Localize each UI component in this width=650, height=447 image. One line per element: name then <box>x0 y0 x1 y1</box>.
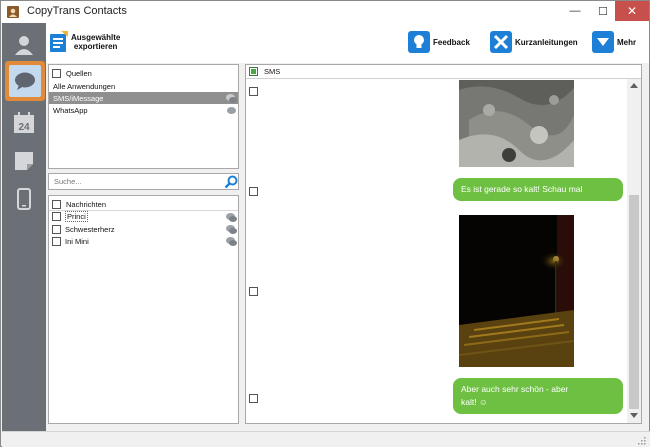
source-item-whatsapp[interactable]: WhatsApp <box>49 104 238 116</box>
message-checkbox[interactable] <box>249 87 258 96</box>
conversation-item-schwesterherz[interactable]: Schwesterherz <box>49 223 238 235</box>
conversation-checkbox[interactable] <box>52 236 61 246</box>
app-sidebar: 24 <box>2 23 46 433</box>
sources-header: Quellen <box>49 67 238 79</box>
quick-guides-button[interactable]: Kurzanleitungen <box>490 29 578 55</box>
phone-icon <box>17 188 31 210</box>
close-button[interactable]: ✕ <box>615 1 649 21</box>
window-title: CopyTrans Contacts <box>27 5 127 17</box>
sms-select-all-checkbox[interactable] <box>249 67 258 76</box>
sources-panel: Quellen Alle Anwendungen SMS/iMessage Wh… <box>48 64 239 169</box>
conversations-panel: Nachrichten Princi Schwesterherz Ini Min… <box>48 195 239 424</box>
feedback-button[interactable]: Feedback <box>408 29 470 55</box>
message-scrollbar[interactable] <box>627 79 641 423</box>
message-photo-night[interactable] <box>459 215 574 367</box>
search-input[interactable] <box>54 176 219 187</box>
frost-photo-image <box>459 80 574 167</box>
conversations-header: Nachrichten <box>49 198 238 210</box>
minimize-button[interactable]: — <box>561 1 589 21</box>
night-photo-image <box>459 215 574 367</box>
feedback-label: Feedback <box>433 37 470 47</box>
more-button[interactable]: Mehr <box>592 29 636 55</box>
status-bar <box>2 431 650 447</box>
conversation-item-princi[interactable]: Princi <box>49 210 238 222</box>
export-selected-button[interactable]: Ausgewählte exportieren <box>49 29 120 55</box>
quick-guides-label: Kurzanleitungen <box>515 37 578 47</box>
more-label: Mehr <box>617 37 637 47</box>
sidebar-contacts[interactable] <box>6 27 42 63</box>
lightbulb-icon <box>408 31 430 53</box>
conversations-select-all-checkbox[interactable] <box>52 199 61 209</box>
whatsapp-icon <box>227 107 236 114</box>
sidebar-notes[interactable] <box>6 143 42 179</box>
sources-select-all-checkbox[interactable] <box>52 68 61 78</box>
person-icon <box>15 36 33 55</box>
title-bar: CopyTrans Contacts — ☐ ✕ <box>1 1 649 23</box>
search-box <box>48 173 239 190</box>
conversation-checkbox[interactable] <box>52 212 61 221</box>
message-checkbox[interactable] <box>249 394 258 403</box>
conversation-checkbox[interactable] <box>52 224 61 234</box>
app-window: CopyTrans Contacts — ☐ ✕ 24 Ausgewählte … <box>0 0 650 447</box>
scroll-up-icon[interactable] <box>630 82 638 88</box>
message-bubble-icon <box>226 213 237 222</box>
speech-bubble-icon <box>15 72 35 90</box>
export-selected-label: Ausgewählte exportieren <box>71 33 121 51</box>
resize-grip-icon[interactable] <box>637 436 646 445</box>
message-bubble-icon <box>226 225 237 234</box>
message-panel-header: SMS <box>246 65 641 79</box>
message-checkbox[interactable] <box>249 287 258 296</box>
sidebar-device[interactable] <box>6 181 42 217</box>
message-checkbox[interactable] <box>249 187 258 196</box>
export-icon <box>50 31 68 52</box>
tools-icon <box>490 31 512 53</box>
source-item-sms[interactable]: SMS/iMessage <box>49 92 238 104</box>
chevron-down-icon <box>592 31 614 53</box>
note-icon <box>15 152 33 170</box>
conversation-item-ini-mini[interactable]: Ini Mini <box>49 235 238 247</box>
maximize-button[interactable]: ☐ <box>589 1 617 21</box>
search-icon[interactable] <box>224 175 238 189</box>
calendar-icon: 24 <box>14 112 34 133</box>
svg-text:24: 24 <box>18 122 30 133</box>
message-bubble-icon <box>226 94 237 103</box>
toolbar: Ausgewählte exportieren Feedback Kurzanl… <box>46 23 649 63</box>
message-bubble-outgoing: Aber auch sehr schön - aber kalt! ☺ <box>453 378 623 414</box>
message-bubble-icon <box>226 237 237 246</box>
scroll-thumb[interactable] <box>629 195 639 409</box>
message-panel: SMS Es ist gerade so kalt! Schau mal Abe… <box>245 64 642 424</box>
source-item-all[interactable]: Alle Anwendungen <box>49 80 238 92</box>
sidebar-calendar[interactable]: 24 <box>6 105 42 141</box>
message-bubble-outgoing: Es ist gerade so kalt! Schau mal <box>453 178 623 201</box>
sidebar-messages[interactable] <box>5 61 45 101</box>
message-photo-frost[interactable] <box>459 80 574 167</box>
app-logo-icon <box>7 6 19 18</box>
scroll-down-icon[interactable] <box>630 413 638 419</box>
